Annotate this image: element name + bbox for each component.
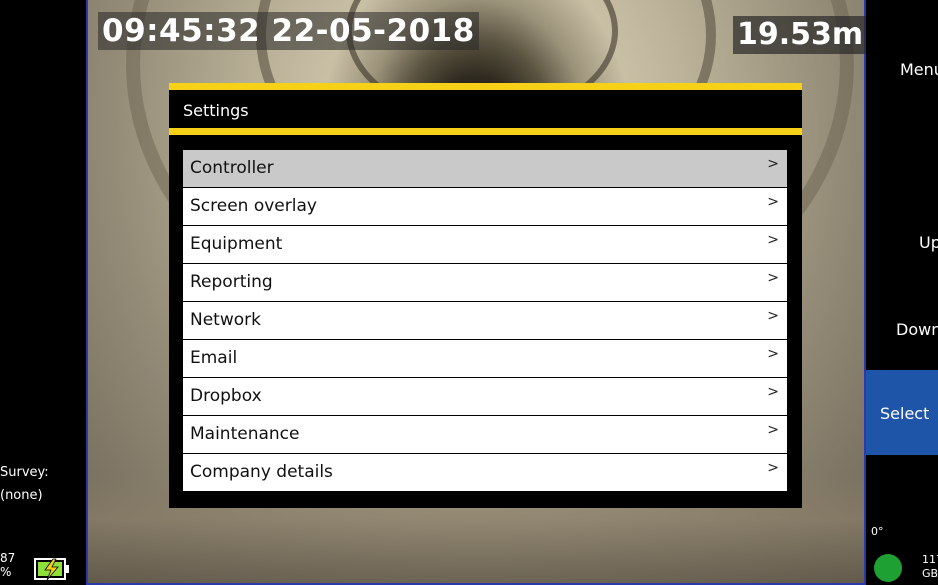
battery-charging-icon [34,558,69,581]
menu-item-controller[interactable]: Controller > [183,150,787,187]
menu-item-label: Screen overlay [190,196,317,216]
menu-item-label: Email [190,348,238,368]
menu-item-label: Network [190,310,261,330]
left-status-panel: Survey: (none) 87 % [0,0,86,585]
menu-item-label: Reporting [190,272,273,292]
softkey-panel: Menu Up Down Select 0° 117 GB [866,0,938,585]
up-softkey[interactable]: Up [919,233,938,252]
chevron-right-icon: > [767,156,779,172]
timestamp-overlay: 09:45:32 22-05-2018 [98,12,479,50]
down-softkey[interactable]: Down [896,320,938,339]
menu-item-label: Equipment [190,234,283,254]
chevron-right-icon: > [767,308,779,324]
menu-item-maintenance[interactable]: Maintenance > [183,416,787,453]
settings-dialog: Settings Controller > Screen overlay > E… [169,83,802,508]
survey-label: Survey: [0,465,49,480]
chevron-right-icon: > [767,346,779,362]
menu-item-dropbox[interactable]: Dropbox > [183,378,787,415]
chevron-right-icon: > [767,422,779,438]
dialog-accent-top [169,83,802,90]
settings-menu-list: Controller > Screen overlay > Equipment … [183,150,787,492]
chevron-right-icon: > [767,194,779,210]
chevron-right-icon: > [767,460,779,476]
menu-item-label: Dropbox [190,386,262,406]
menu-item-label: Controller [190,158,274,178]
menu-item-label: Company details [190,462,333,482]
storage-readout: 117 GB [922,553,938,580]
chevron-right-icon: > [767,232,779,248]
chevron-right-icon: > [767,384,779,400]
status-indicator-icon [874,554,902,582]
menu-softkey[interactable]: Menu [900,60,938,79]
dialog-accent-divider [169,128,802,135]
chevron-right-icon: > [767,270,779,286]
menu-item-equipment[interactable]: Equipment > [183,226,787,263]
menu-item-company-details[interactable]: Company details > [183,454,787,491]
menu-item-network[interactable]: Network > [183,302,787,339]
battery-percent: 87 % [0,551,16,579]
survey-value: (none) [0,488,43,503]
menu-item-screen-overlay[interactable]: Screen overlay > [183,188,787,225]
dialog-title: Settings [183,101,249,120]
select-softkey[interactable]: Select [866,370,938,455]
menu-item-label: Maintenance [190,424,300,444]
menu-item-email[interactable]: Email > [183,340,787,377]
distance-overlay: 19.53m [733,16,868,54]
angle-readout: 0° [871,525,884,538]
menu-item-reporting[interactable]: Reporting > [183,264,787,301]
